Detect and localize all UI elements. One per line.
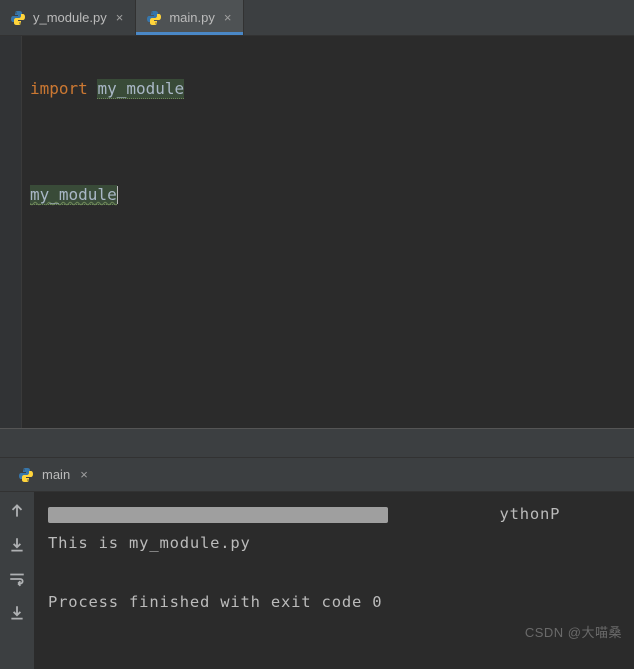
- tab-label: main.py: [169, 10, 215, 25]
- python-file-icon: [146, 10, 162, 26]
- tab-my-module[interactable]: y_module.py ×: [0, 0, 136, 35]
- code-content[interactable]: import my_module my_module: [22, 36, 192, 428]
- tab-label: y_module.py: [33, 10, 107, 25]
- up-arrow-icon[interactable]: [8, 502, 26, 520]
- text-caret: [117, 186, 119, 204]
- export-icon[interactable]: [8, 604, 26, 622]
- panel-divider[interactable]: [0, 428, 634, 458]
- python-file-icon: [10, 10, 26, 26]
- close-icon[interactable]: ×: [78, 468, 90, 481]
- identifier-my-module-usage: my_module: [30, 185, 117, 205]
- run-tab-label[interactable]: main: [42, 467, 70, 482]
- console-line-output: This is my_module.py: [48, 534, 251, 552]
- code-editor[interactable]: import my_module my_module: [0, 36, 634, 428]
- run-toolbar: [0, 492, 34, 669]
- console-output[interactable]: ythonP This is my_module.py Process fini…: [34, 492, 634, 669]
- console-line-exit: Process finished with exit code 0: [48, 593, 382, 611]
- path-fragment: ythonP: [499, 505, 560, 523]
- watermark-text: CSDN @大喵桑: [525, 622, 622, 641]
- close-icon[interactable]: ×: [222, 11, 234, 24]
- keyword-import: import: [30, 79, 88, 98]
- identifier-my-module: my_module: [97, 79, 184, 99]
- redacted-path: [48, 507, 388, 523]
- run-tab-bar: main ×: [0, 458, 634, 492]
- wrap-icon[interactable]: [8, 570, 26, 588]
- editor-tab-bar: y_module.py × main.py ×: [0, 0, 634, 36]
- tab-main[interactable]: main.py ×: [136, 0, 244, 35]
- download-icon[interactable]: [8, 536, 26, 554]
- editor-gutter: [0, 36, 22, 428]
- python-file-icon: [18, 467, 34, 483]
- close-icon[interactable]: ×: [114, 11, 126, 24]
